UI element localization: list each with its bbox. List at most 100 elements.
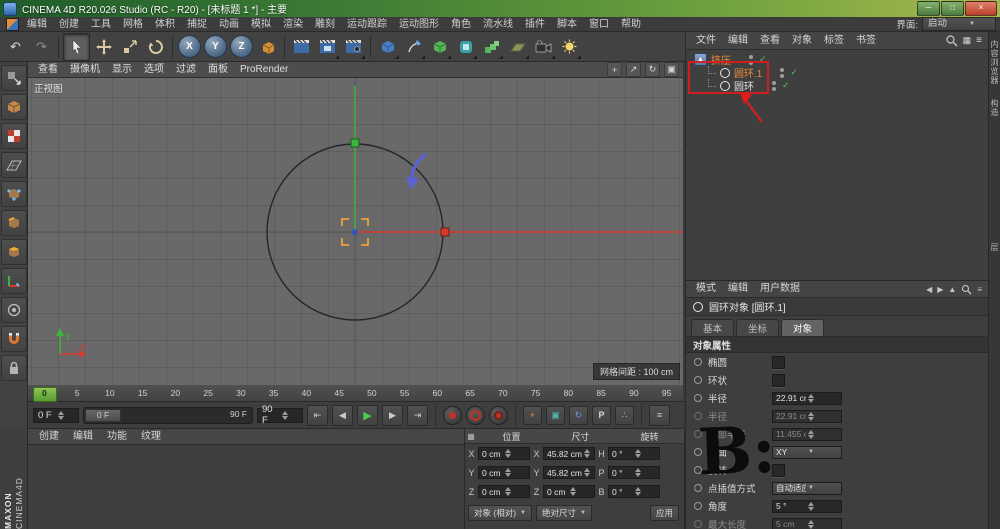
lock-y-axis-button[interactable]: Y bbox=[203, 34, 228, 60]
spinner-icon[interactable] bbox=[58, 411, 74, 420]
move-tool-button[interactable] bbox=[91, 34, 116, 60]
object-menu-item[interactable]: 对象 bbox=[786, 32, 818, 49]
material-menu-item[interactable]: 功能 bbox=[100, 429, 134, 444]
viewport-menu-item[interactable]: 过滤 bbox=[170, 62, 202, 78]
menu-item[interactable]: 运动图形 bbox=[393, 17, 445, 32]
viewport-rotate-icon[interactable]: ↻ bbox=[645, 62, 660, 77]
filter-icon[interactable]: ▦ bbox=[963, 35, 972, 46]
timeline-tick[interactable]: 85 bbox=[585, 385, 618, 401]
goto-end-button[interactable]: ⇥ bbox=[407, 405, 428, 426]
spinner-icon[interactable] bbox=[505, 449, 526, 458]
timeline-tick[interactable]: 80 bbox=[552, 385, 585, 401]
timeline-tick[interactable]: 90 bbox=[618, 385, 651, 401]
coordinates-grid-icon[interactable]: ▦ bbox=[465, 432, 477, 441]
coordinate-system-button[interactable] bbox=[255, 34, 280, 60]
timeline-tick[interactable]: 50 bbox=[356, 385, 389, 401]
radius-field[interactable]: 22.91 cm bbox=[772, 392, 842, 405]
mograph-cloner-button[interactable] bbox=[479, 34, 504, 60]
pos-x-field[interactable]: 0 cm bbox=[478, 447, 530, 460]
key-pla-button[interactable]: ∴ bbox=[615, 406, 634, 425]
timeline-tick[interactable]: 45 bbox=[323, 385, 356, 401]
dock-tab[interactable]: 层 bbox=[989, 243, 1000, 252]
timeline-ruler[interactable]: 05101520253035404550556065707580859095 bbox=[28, 385, 683, 402]
size-y-field[interactable]: 45.82 cm bbox=[543, 466, 595, 479]
model-mode-button[interactable] bbox=[1, 94, 27, 120]
record-keyframe-button[interactable] bbox=[443, 406, 462, 425]
timeline-tick[interactable]: 20 bbox=[159, 385, 192, 401]
timeline-tick[interactable]: 15 bbox=[126, 385, 159, 401]
burger-icon[interactable]: ≡ bbox=[977, 285, 982, 294]
timeline-tick[interactable]: 75 bbox=[519, 385, 552, 401]
viewport-menu-item[interactable]: 选项 bbox=[138, 62, 170, 78]
spinner-icon[interactable] bbox=[505, 487, 526, 496]
ring-checkbox[interactable] bbox=[772, 374, 785, 387]
timeline-range-slider[interactable]: 0 F 90 F bbox=[83, 407, 253, 424]
keyframe-dot-icon[interactable] bbox=[694, 358, 702, 366]
enabled-check-icon[interactable]: ✓ bbox=[759, 55, 767, 64]
menu-item[interactable]: 编辑 bbox=[21, 17, 53, 32]
menu-item[interactable]: 渲染 bbox=[277, 17, 309, 32]
size-x-field[interactable]: 45.82 cm bbox=[543, 447, 595, 460]
current-frame-field[interactable]: 0 F bbox=[33, 408, 79, 423]
c4d-cube-icon[interactable] bbox=[6, 18, 19, 31]
pos-z-field[interactable]: 0 cm bbox=[478, 485, 530, 498]
render-settings-button[interactable] bbox=[341, 34, 366, 60]
spinner-icon[interactable] bbox=[635, 487, 656, 496]
object-menu-item[interactable]: 标签 bbox=[818, 32, 850, 49]
view-label[interactable]: 正视图 bbox=[34, 81, 63, 95]
size-z-field[interactable]: 0 cm bbox=[543, 485, 595, 498]
autokey-button[interactable] bbox=[466, 406, 485, 425]
material-menu-item[interactable]: 创建 bbox=[32, 429, 66, 444]
menu-item[interactable]: 动画 bbox=[213, 17, 245, 32]
points-mode-button[interactable] bbox=[1, 181, 27, 207]
viewport-menu-item[interactable]: 显示 bbox=[106, 62, 138, 78]
viewport-menu-item[interactable]: 面板 bbox=[202, 62, 234, 78]
enabled-check-icon[interactable]: ✓ bbox=[790, 68, 798, 77]
key-rotation-button[interactable]: ↻ bbox=[569, 406, 588, 425]
pos-y-field[interactable]: 0 cm bbox=[478, 466, 530, 479]
viewport-solo-button[interactable] bbox=[1, 297, 27, 323]
spinner-icon[interactable] bbox=[635, 449, 656, 458]
next-frame-button[interactable]: ▶ bbox=[382, 405, 403, 426]
dock-tab[interactable]: 构造 bbox=[989, 99, 1000, 117]
ellipse-checkbox[interactable] bbox=[772, 356, 785, 369]
render-view-button[interactable] bbox=[289, 34, 314, 60]
object-properties-header[interactable]: 对象属性 bbox=[686, 337, 988, 353]
object-menu-item[interactable]: 查看 bbox=[754, 32, 786, 49]
timeline-tick[interactable]: 55 bbox=[388, 385, 421, 401]
size-mode-dropdown[interactable]: 绝对尺寸▼ bbox=[536, 505, 592, 521]
menu-item[interactable]: 流水线 bbox=[477, 17, 519, 32]
transport-options-button[interactable]: ≡ bbox=[649, 405, 670, 426]
tab-coordinates[interactable]: 坐标 bbox=[736, 319, 779, 336]
menu-item[interactable]: 雕刻 bbox=[309, 17, 341, 32]
viewport-canvas[interactable]: Y X 正视图 网格间距 : 100 cm bbox=[28, 78, 683, 385]
light-button[interactable] bbox=[557, 34, 582, 60]
timeline-tick[interactable]: 30 bbox=[225, 385, 258, 401]
attribute-menu-item[interactable]: 用户数据 bbox=[754, 281, 806, 297]
goto-start-button[interactable]: ⇤ bbox=[307, 405, 328, 426]
subdivision-surface-button[interactable] bbox=[427, 34, 452, 60]
camera-button[interactable] bbox=[531, 34, 556, 60]
timeline-tick[interactable]: 35 bbox=[257, 385, 290, 401]
parent-up-icon[interactable]: ▲ bbox=[948, 285, 956, 294]
menu-item[interactable]: 窗口 bbox=[583, 17, 615, 32]
spinner-icon[interactable] bbox=[584, 468, 591, 477]
enabled-check-icon[interactable]: ✓ bbox=[782, 81, 790, 90]
attribute-menu-item[interactable]: 编辑 bbox=[722, 281, 754, 297]
history-back-icon[interactable]: ◀ bbox=[926, 285, 932, 294]
menu-item[interactable]: 创建 bbox=[53, 17, 85, 32]
timeline-tick[interactable]: 95 bbox=[650, 385, 683, 401]
visibility-dots-icon[interactable] bbox=[780, 68, 784, 72]
material-menu-item[interactable]: 纹理 bbox=[134, 429, 168, 444]
edges-mode-button[interactable] bbox=[1, 210, 27, 236]
floor-button[interactable] bbox=[505, 34, 530, 60]
texture-mode-button[interactable] bbox=[1, 123, 27, 149]
keyframe-dot-icon[interactable] bbox=[694, 376, 702, 384]
object-menu-item[interactable]: 书签 bbox=[850, 32, 882, 49]
lock-x-axis-button[interactable]: X bbox=[177, 34, 202, 60]
timeline-tick[interactable]: 5 bbox=[61, 385, 94, 401]
timeline-tick[interactable]: 10 bbox=[94, 385, 127, 401]
object-name[interactable]: 圆环 bbox=[734, 78, 754, 93]
rotate-tool-button[interactable] bbox=[143, 34, 168, 60]
search-icon[interactable] bbox=[961, 284, 972, 295]
